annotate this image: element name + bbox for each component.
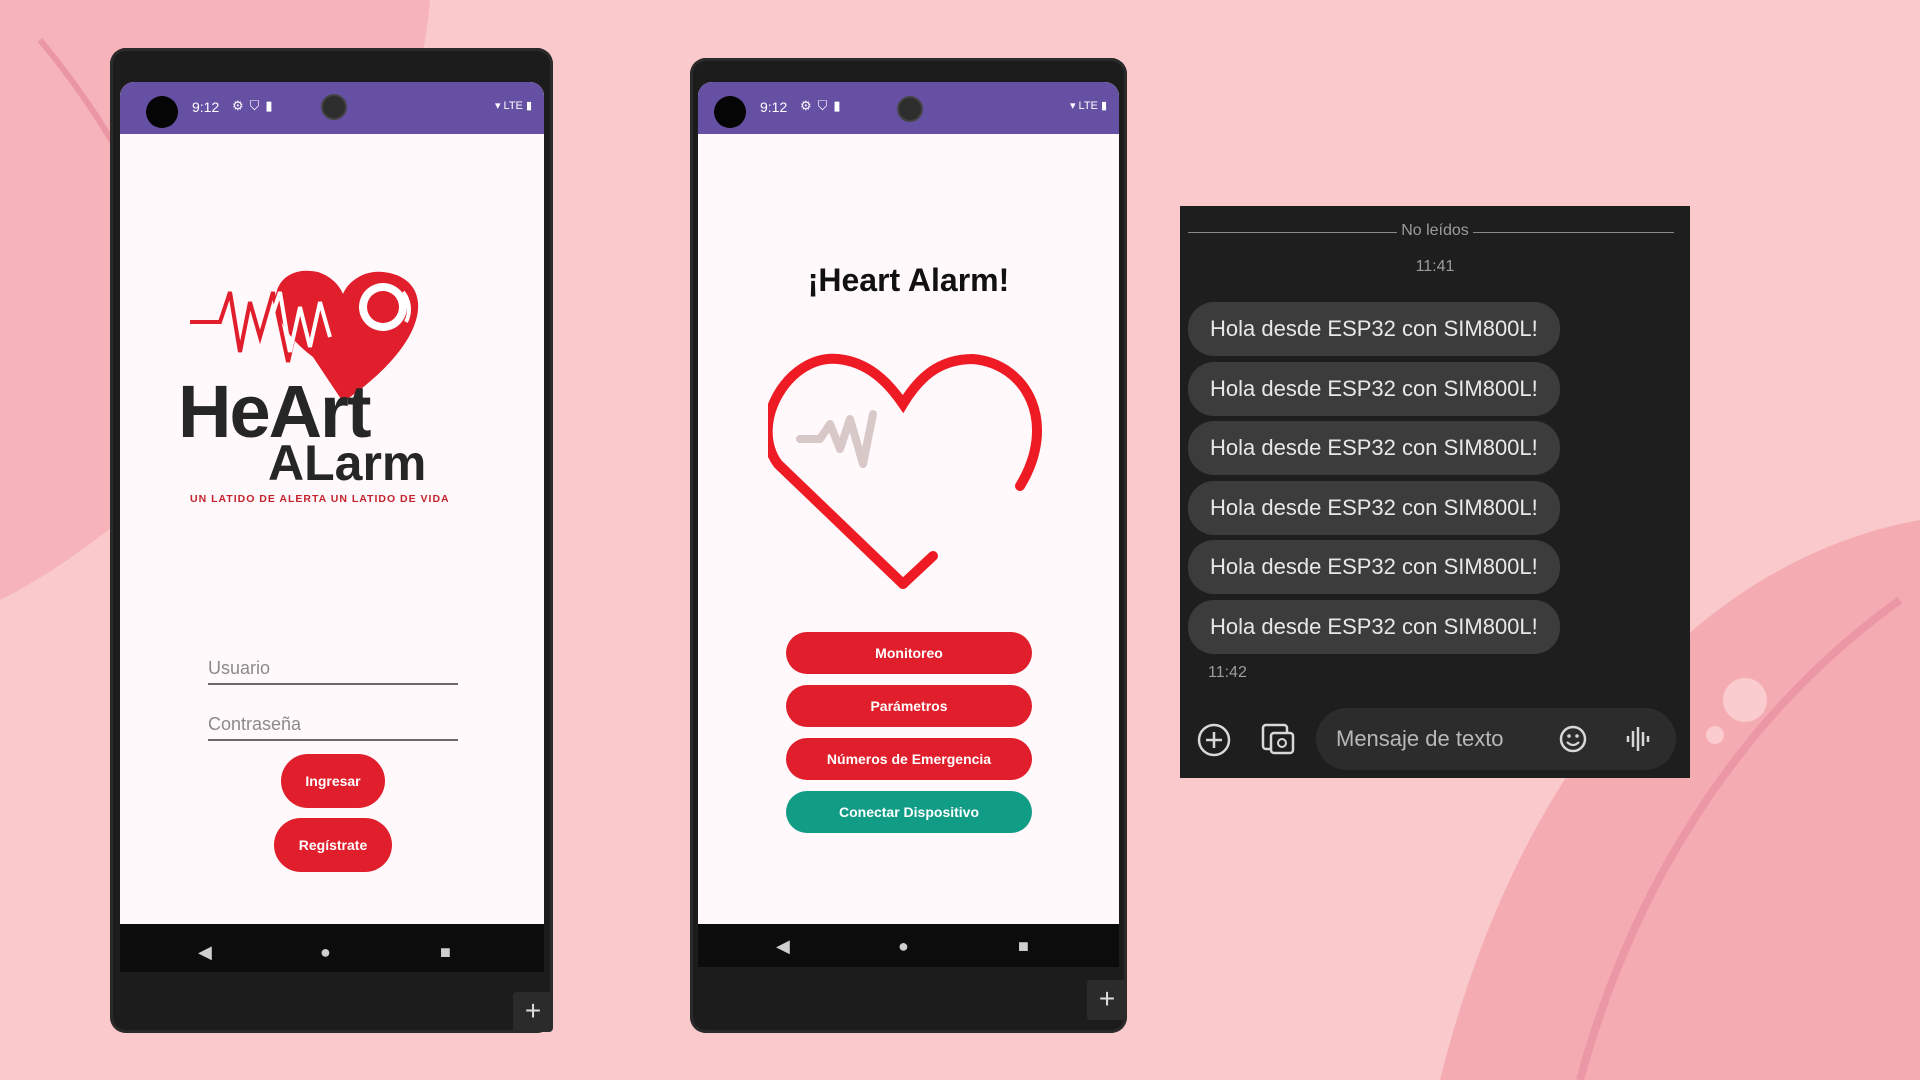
- message-input-placeholder: Mensaje de texto: [1336, 726, 1504, 751]
- home-icon[interactable]: ●: [320, 942, 331, 963]
- message-bubble[interactable]: Hola desde ESP32 con SIM800L!: [1188, 302, 1560, 356]
- unread-label-text: No leídos: [1397, 222, 1473, 239]
- voice-input-icon[interactable]: [1622, 724, 1652, 754]
- network-label: LTE: [503, 100, 523, 112]
- home-icon[interactable]: ●: [898, 936, 909, 957]
- network-label: LTE: [1078, 100, 1098, 112]
- username-field[interactable]: Usuario: [208, 658, 458, 685]
- recents-icon[interactable]: ■: [1018, 936, 1029, 957]
- back-icon[interactable]: ◀: [776, 936, 790, 957]
- camera-icon: [321, 94, 347, 120]
- emoji-icon[interactable]: [1558, 724, 1588, 754]
- phone-menu: 9:12 ⚙⛉▮ ▾ LTE ▮ ¡Heart Alarm! Monitoreo…: [690, 58, 1127, 1033]
- navigation-bar: ◀ ● ■: [698, 924, 1119, 967]
- username-placeholder: Usuario: [208, 658, 271, 678]
- phone-login: 9:12 ⚙⛉▮ ▾ LTE ▮ HeArt ALarm UN LATIDO D…: [110, 48, 553, 1033]
- logo-tagline: UN LATIDO DE ALERTA UN LATIDO DE VIDA: [190, 493, 450, 505]
- camera-icon: [897, 96, 923, 122]
- message-bubble[interactable]: Hola desde ESP32 con SIM800L!: [1188, 421, 1560, 475]
- connect-device-button[interactable]: Conectar Dispositivo: [786, 791, 1032, 833]
- status-time: 9:12: [192, 99, 220, 115]
- login-button[interactable]: Ingresar: [281, 754, 385, 808]
- add-icon[interactable]: +: [1087, 980, 1127, 1020]
- message-input[interactable]: Mensaje de texto: [1316, 708, 1676, 770]
- register-button[interactable]: Regístrate: [274, 818, 392, 872]
- message-bubble[interactable]: Hola desde ESP32 con SIM800L!: [1188, 600, 1560, 654]
- unread-label: No leídos: [1180, 222, 1690, 240]
- camera-hole: [146, 96, 178, 128]
- add-attachment-icon[interactable]: [1196, 722, 1232, 758]
- gallery-icon[interactable]: [1258, 720, 1296, 758]
- message-bubble[interactable]: Hola desde ESP32 con SIM800L!: [1188, 362, 1560, 416]
- parameters-button[interactable]: Parámetros: [786, 685, 1032, 727]
- login-screen: 9:12 ⚙⛉▮ ▾ LTE ▮ HeArt ALarm UN LATIDO D…: [120, 82, 544, 972]
- heart-alarm-logo: HeArt ALarm UN LATIDO DE ALERTA UN LATID…: [178, 270, 450, 505]
- signal-icon: ▾ LTE ▮: [1069, 100, 1107, 112]
- app-title: ¡Heart Alarm!: [807, 262, 1010, 298]
- sms-conversation: No leídos 11:41 Hola desde ESP32 con SIM…: [1180, 206, 1690, 778]
- add-icon[interactable]: +: [513, 992, 553, 1032]
- status-icons: ⚙⛉▮: [800, 98, 847, 113]
- status-bar: 9:12 ⚙⛉▮ ▾ LTE ▮: [698, 82, 1119, 134]
- status-icons: ⚙⛉▮: [232, 98, 279, 113]
- heart-outline-icon: [768, 353, 1042, 589]
- status-bar: 9:12 ⚙⛉▮ ▾ LTE ▮: [120, 82, 544, 134]
- message-bubble[interactable]: Hola desde ESP32 con SIM800L!: [1188, 540, 1560, 594]
- navigation-bar: ◀ ● ■: [120, 924, 544, 972]
- emergency-numbers-button[interactable]: Números de Emergencia: [786, 738, 1032, 780]
- logo-alarm-text: ALarm: [268, 435, 426, 491]
- password-field[interactable]: Contraseña: [208, 714, 458, 741]
- timestamp-1142: 11:42: [1208, 664, 1247, 681]
- camera-hole: [714, 96, 746, 128]
- recents-icon[interactable]: ■: [440, 942, 451, 963]
- password-placeholder: Contraseña: [208, 714, 302, 734]
- signal-icon: ▾ LTE ▮: [494, 100, 532, 112]
- menu-screen: 9:12 ⚙⛉▮ ▾ LTE ▮ ¡Heart Alarm! Monitoreo…: [698, 82, 1119, 967]
- timestamp-1141: 11:41: [1415, 258, 1455, 275]
- monitoring-button[interactable]: Monitoreo: [786, 632, 1032, 674]
- status-time: 9:12: [760, 99, 788, 115]
- back-icon[interactable]: ◀: [198, 942, 212, 963]
- message-bubble[interactable]: Hola desde ESP32 con SIM800L!: [1188, 481, 1560, 535]
